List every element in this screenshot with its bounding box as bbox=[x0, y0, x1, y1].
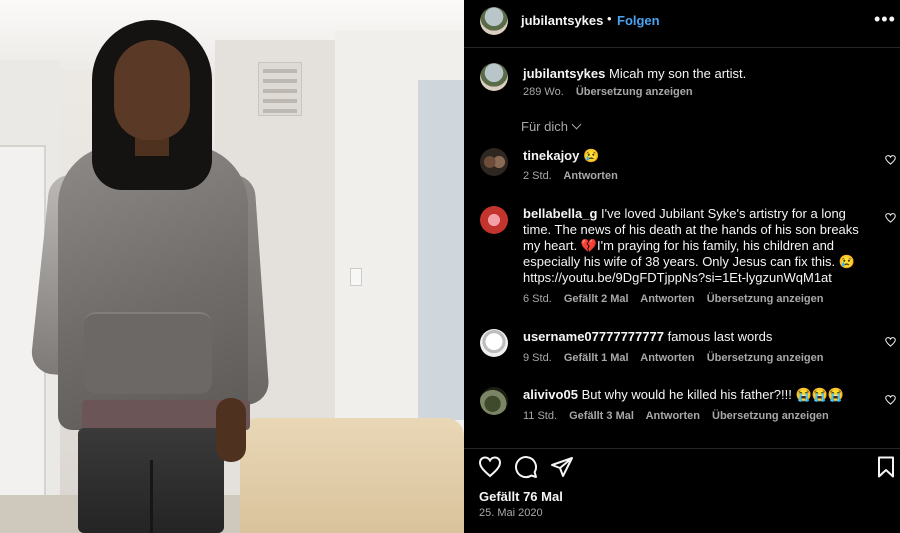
post-side-panel: jubilantsykes • Folgen ••• jubilantsykes… bbox=[464, 0, 900, 533]
caption-translate-link[interactable]: Übersetzung anzeigen bbox=[576, 86, 693, 98]
comment-meta: 2 Std. Antworten bbox=[523, 170, 627, 182]
comment-username[interactable]: username07777777777 bbox=[523, 329, 664, 344]
comment-text: bellabella_g I've loved Jubilant Syke's … bbox=[523, 206, 868, 286]
comment-meta: 9 Std. Gefällt 1 Mal Antworten Übersetzu… bbox=[523, 352, 832, 364]
chevron-down-icon bbox=[571, 119, 582, 130]
comment-meta: 6 Std. Gefällt 2 Mal Antworten Übersetzu… bbox=[523, 293, 832, 305]
comment-time: 11 Std. bbox=[523, 410, 558, 422]
comment-username[interactable]: tinekajoy bbox=[523, 148, 579, 163]
translate-link[interactable]: Übersetzung anzeigen bbox=[707, 293, 824, 305]
translate-link[interactable]: Übersetzung anzeigen bbox=[707, 352, 824, 364]
comment-text: username07777777777 famous last words bbox=[523, 329, 868, 345]
avatar[interactable] bbox=[480, 387, 508, 415]
post-photo[interactable] bbox=[0, 0, 464, 533]
comment-username[interactable]: alivivo05 bbox=[523, 387, 578, 402]
avatar[interactable] bbox=[480, 7, 508, 35]
sort-label: Für dich bbox=[521, 119, 568, 134]
post-header: jubilantsykes • Folgen ••• bbox=[464, 0, 900, 48]
avatar[interactable] bbox=[480, 329, 508, 357]
like-count[interactable]: Gefällt 76 Mal bbox=[479, 489, 563, 504]
post-date: 25. Mai 2020 bbox=[479, 507, 543, 519]
caption-text: jubilantsykes Micah my son the artist. bbox=[523, 66, 883, 81]
header-separator: • bbox=[607, 11, 612, 26]
photo-air-vent bbox=[258, 62, 302, 116]
hoodie-pocket bbox=[84, 312, 212, 394]
reply-link[interactable]: Antworten bbox=[646, 410, 700, 422]
caption-body: Micah my son the artist. bbox=[609, 66, 747, 81]
heart-icon[interactable] bbox=[885, 213, 896, 223]
post-actions-bar bbox=[464, 448, 900, 480]
heart-icon[interactable] bbox=[885, 155, 896, 165]
more-options-icon[interactable]: ••• bbox=[874, 9, 896, 30]
reply-link[interactable]: Antworten bbox=[640, 352, 694, 364]
comment-text: alivivo05 But why would he killed his fa… bbox=[523, 387, 868, 403]
comment-icon[interactable] bbox=[514, 455, 538, 479]
comment-time: 9 Std. bbox=[523, 352, 552, 364]
photo-chair bbox=[240, 418, 464, 533]
comment-likes[interactable]: Gefällt 2 Mal bbox=[564, 293, 629, 305]
comment-likes[interactable]: Gefällt 1 Mal bbox=[564, 352, 629, 364]
caption-meta: 289 Wo. Übersetzung anzeigen bbox=[523, 86, 702, 98]
reply-link[interactable]: Antworten bbox=[563, 170, 617, 182]
heart-icon[interactable] bbox=[478, 455, 502, 479]
comment-meta: 11 Std. Gefällt 3 Mal Antworten Übersetz… bbox=[523, 410, 838, 422]
post-caption: jubilantsykes Micah my son the artist. 2… bbox=[464, 56, 900, 106]
avatar[interactable] bbox=[480, 63, 508, 91]
person-face bbox=[114, 40, 190, 140]
bookmark-icon[interactable] bbox=[874, 455, 898, 479]
comment-text: tinekajoy 😢 bbox=[523, 148, 868, 164]
heart-icon[interactable] bbox=[885, 337, 896, 347]
header-username[interactable]: jubilantsykes bbox=[521, 13, 603, 28]
pants-seam bbox=[150, 460, 153, 533]
comment-likes[interactable]: Gefällt 3 Mal bbox=[569, 410, 634, 422]
person-hand bbox=[216, 398, 246, 462]
comment-body: 😢 bbox=[582, 148, 600, 163]
comment-username[interactable]: bellabella_g bbox=[523, 206, 597, 221]
reply-link[interactable]: Antworten bbox=[640, 293, 694, 305]
comment-body: famous last words bbox=[667, 329, 773, 344]
comment-body: But why would he killed his father?!!! 😭… bbox=[581, 387, 845, 402]
translate-link[interactable]: Übersetzung anzeigen bbox=[712, 410, 829, 422]
caption-username[interactable]: jubilantsykes bbox=[523, 66, 605, 81]
heart-icon[interactable] bbox=[885, 395, 896, 405]
send-icon[interactable] bbox=[550, 455, 574, 479]
photo-window bbox=[418, 80, 464, 420]
comment-sort-dropdown[interactable]: Für dich bbox=[521, 119, 582, 134]
comment-time: 6 Std. bbox=[523, 293, 552, 305]
follow-button[interactable]: Folgen bbox=[617, 13, 660, 28]
comment-time: 2 Std. bbox=[523, 170, 552, 182]
avatar[interactable] bbox=[480, 206, 508, 234]
caption-age: 289 Wo. bbox=[523, 86, 564, 98]
avatar[interactable] bbox=[480, 148, 508, 176]
photo-wall-socket bbox=[350, 268, 362, 286]
